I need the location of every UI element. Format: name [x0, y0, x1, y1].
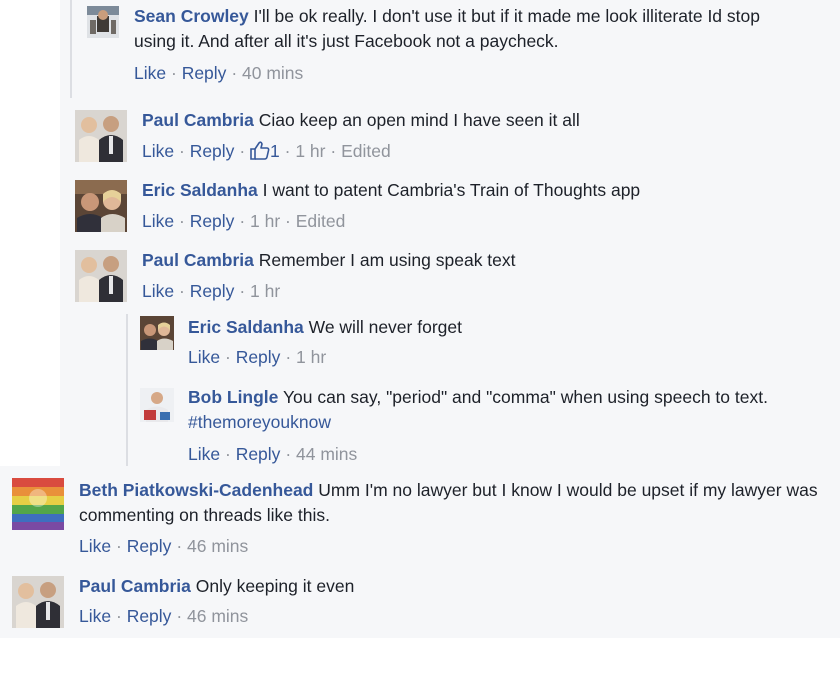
separator: · [170, 63, 177, 83]
comment-body: You can say, "period" and "comma" when u… [282, 387, 768, 407]
separator: · [285, 347, 292, 367]
comment-actions: Like · Reply · 1 hr · Edited [142, 210, 345, 232]
comment-text: Bob Lingle You can say, "period" and "co… [188, 385, 828, 435]
timestamp[interactable]: 1 hr [296, 347, 326, 367]
separator: · [231, 63, 238, 83]
avatar[interactable] [140, 316, 174, 350]
edited-label[interactable]: Edited [341, 141, 391, 161]
separator: · [178, 211, 185, 231]
separator: · [285, 444, 292, 464]
comment-body: I want to patent Cambria's Train of Thou… [262, 180, 641, 200]
separator: · [176, 536, 183, 556]
comment-text: Paul Cambria Remember I am using speak t… [142, 248, 832, 273]
reply-link[interactable]: Reply [127, 536, 172, 556]
reply-link[interactable]: Reply [182, 63, 227, 83]
separator: · [284, 141, 291, 161]
comment-actions: Like · Reply · 1 hr [142, 280, 280, 302]
comment-text: Paul Cambria Ciao keep an open mind I ha… [142, 108, 832, 133]
like-link[interactable]: Like [142, 211, 174, 231]
comment-actions: Like · Reply · 44 mins [188, 443, 357, 465]
reply-link[interactable]: Reply [190, 211, 235, 231]
reply-link[interactable]: Reply [236, 444, 281, 464]
separator: · [176, 606, 183, 626]
timestamp[interactable]: 44 mins [296, 444, 357, 464]
comment-actions: Like · Reply · 46 mins [79, 535, 248, 557]
separator: · [224, 347, 231, 367]
separator: · [115, 536, 122, 556]
comment-author[interactable]: Eric Saldanha [188, 317, 304, 337]
reply-link[interactable]: Reply [236, 347, 281, 367]
comment-body: We will never forget [308, 317, 462, 337]
separator: · [239, 141, 246, 161]
separator: · [224, 444, 231, 464]
avatar[interactable] [75, 180, 127, 232]
reply-link[interactable]: Reply [127, 606, 172, 626]
comment-actions: Like · Reply · 1 · 1 hr · Edited [142, 140, 391, 165]
separator: · [239, 211, 246, 231]
avatar[interactable] [12, 478, 64, 530]
timestamp[interactable]: 46 mins [187, 606, 248, 626]
comment-actions: Like · Reply · 1 hr [188, 346, 326, 368]
reply-link[interactable]: Reply [190, 281, 235, 301]
comment-body: Only keeping it even [195, 576, 355, 596]
like-link[interactable]: Like [79, 606, 111, 626]
thumbs-up-icon[interactable] [250, 141, 270, 165]
like-link[interactable]: Like [188, 347, 220, 367]
comment-author[interactable]: Beth Piatkowski-Cadenhead [79, 480, 313, 500]
timestamp[interactable]: 1 hr [295, 141, 325, 161]
comment-text: Eric Saldanha I want to patent Cambria's… [142, 178, 832, 203]
comment-text: Beth Piatkowski-Cadenhead Umm I'm no law… [79, 478, 819, 528]
comment-actions: Like · Reply · 46 mins [79, 605, 248, 627]
comment-author[interactable]: Paul Cambria [142, 250, 254, 270]
separator: · [178, 141, 185, 161]
comment-body: Remember I am using speak text [258, 250, 516, 270]
reply-thread-line [126, 314, 128, 466]
reaction-count[interactable]: 1 [270, 141, 280, 161]
timestamp[interactable]: 1 hr [250, 281, 280, 301]
avatar[interactable] [87, 6, 119, 38]
hashtag-link[interactable]: #themoreyouknow [188, 412, 331, 432]
comment-text: Paul Cambria Only keeping it even [79, 574, 819, 599]
reply-link[interactable]: Reply [190, 141, 235, 161]
edited-label[interactable]: Edited [296, 211, 346, 231]
reply-thread-line [70, 0, 72, 98]
separator: · [285, 211, 291, 231]
separator: · [178, 281, 185, 301]
like-link[interactable]: Like [142, 141, 174, 161]
avatar[interactable] [140, 388, 174, 422]
timestamp[interactable]: 40 mins [242, 63, 303, 83]
thread-gap [0, 150, 60, 466]
separator: · [239, 281, 246, 301]
comment-text: Sean Crowley I'll be ok really. I don't … [134, 4, 784, 54]
separator: · [115, 606, 122, 626]
comment-actions: Like · Reply · 40 mins [134, 62, 303, 84]
separator: · [330, 141, 337, 161]
comment-text: Eric Saldanha We will never forget [188, 315, 828, 340]
like-link[interactable]: Like [79, 536, 111, 556]
like-link[interactable]: Like [134, 63, 166, 83]
avatar[interactable] [12, 576, 64, 628]
timestamp[interactable]: 46 mins [187, 536, 248, 556]
timestamp[interactable]: 1 hr [250, 211, 280, 231]
comment-author[interactable]: Sean Crowley [134, 6, 249, 26]
like-link[interactable]: Like [188, 444, 220, 464]
comment-author[interactable]: Paul Cambria [142, 110, 254, 130]
comment-author[interactable]: Bob Lingle [188, 387, 278, 407]
avatar[interactable] [75, 110, 127, 162]
comment-body: Ciao keep an open mind I have seen it al… [258, 110, 580, 130]
avatar[interactable] [75, 250, 127, 302]
comment-author[interactable]: Paul Cambria [79, 576, 191, 596]
like-link[interactable]: Like [142, 281, 174, 301]
comment-author[interactable]: Eric Saldanha [142, 180, 258, 200]
